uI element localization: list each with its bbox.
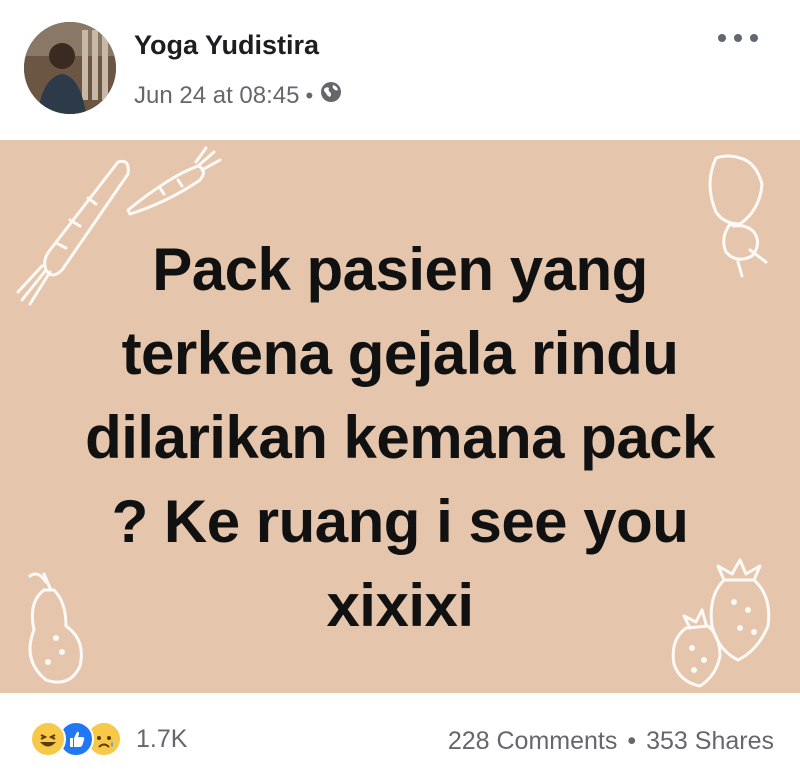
post-footer: 1.7K 228 Comments • 353 Shares [0,693,800,779]
post-header: Yoga Yudistira Jun 24 at 08:45 • [0,0,800,140]
more-dot [718,34,726,42]
meta-separator: • [305,82,314,108]
more-dot [750,34,758,42]
haha-reaction-icon [30,721,66,757]
status-background-card: Pack pasien yang terkena gejala rindu di… [0,140,800,693]
post-date[interactable]: Jun 24 at 08:45 [134,82,299,110]
post-meta: Jun 24 at 08:45 • [134,80,343,111]
comments-count[interactable]: 228 Comments [448,727,618,756]
carrot-doodle-2 [126,164,205,216]
more-options-icon[interactable] [718,24,758,52]
author-name[interactable]: Yoga Yudistira [134,30,319,61]
stats-separator: • [627,727,637,755]
post-text: Pack pasien yang terkena gejala rindu di… [85,236,715,639]
globe-icon[interactable] [319,80,343,111]
reaction-count: 1.7K [136,724,188,753]
engagement-stats: 228 Comments • 353 Shares [448,727,774,756]
more-dot [734,34,742,42]
shares-count[interactable]: 353 Shares [646,727,774,756]
beet-doodle [708,154,764,226]
reactions-summary[interactable]: 1.7K [30,721,187,757]
author-avatar[interactable] [24,22,116,114]
